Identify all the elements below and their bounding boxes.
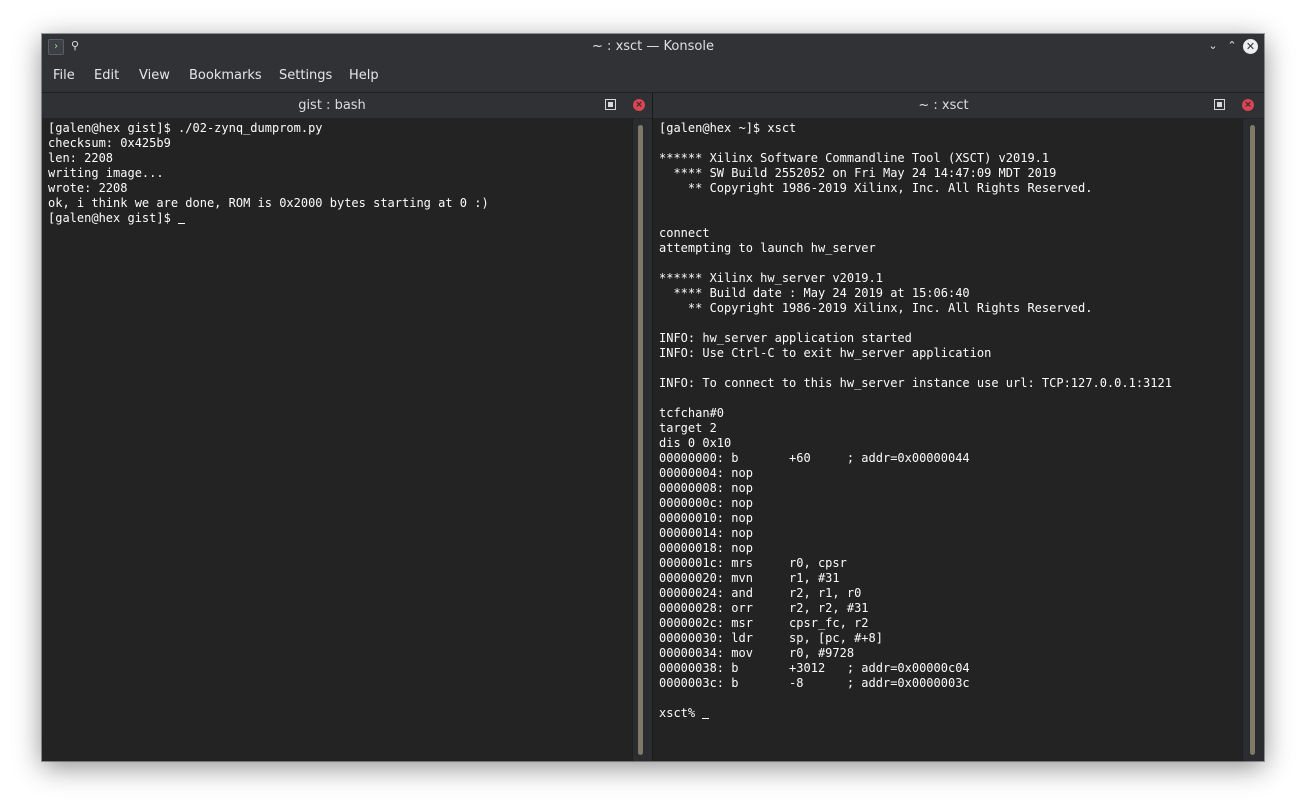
terminal-line: attempting to launch hw_server (659, 241, 876, 255)
terminal-line: len: 2208 (48, 151, 114, 165)
terminal-line: INFO: Use Ctrl-C to exit hw_server appli… (659, 346, 992, 360)
terminal-line: 00000030: ldr sp, [pc, #+8] (659, 631, 883, 645)
left-pane-close-icon[interactable]: × (633, 99, 645, 111)
terminal-line: INFO: hw_server application started (659, 331, 912, 345)
right-pane-title: ~ : xsct (918, 98, 969, 113)
right-pane-header[interactable]: ~ : xsct × (653, 93, 1264, 119)
menu-help[interactable]: Help (349, 59, 379, 92)
menu-file[interactable]: File (53, 59, 75, 92)
terminal-line: ****** Xilinx hw_server v2019.1 (659, 271, 883, 285)
terminal-line: writing image... (48, 166, 164, 180)
menu-bookmarks[interactable]: Bookmarks (189, 59, 262, 92)
window-title: ~ : xsct — Konsole (592, 39, 714, 54)
terminal-line: 0000001c: mrs r0, cpsr (659, 556, 847, 570)
terminal-line: 00000018: nop (659, 541, 753, 555)
left-terminal-output[interactable]: [galen@hex gist]$ ./02-zynq_dumprom.py ch… (42, 119, 632, 761)
terminal-line: 00000000: b +60 ; addr=0x00000044 (659, 451, 970, 465)
terminal-line: 0000002c: msr cpsr_fc, r2 (659, 616, 869, 630)
terminal-line: 00000014: nop (659, 526, 753, 540)
right-pane-close-icon[interactable]: × (1242, 99, 1254, 111)
left-pane-maximize-icon[interactable] (605, 99, 616, 110)
terminal-line: [galen@hex gist]$ ./02-zynq_dumprom.py (48, 121, 323, 135)
terminal-line: 00000004: nop (659, 466, 753, 480)
terminal-line: ** Copyright 1986-2019 Xilinx, Inc. All … (659, 181, 1093, 195)
terminal-line: xsct% (659, 706, 1242, 721)
left-scrollbar[interactable] (632, 119, 648, 761)
terminal-line: 00000020: mvn r1, #31 (659, 571, 840, 585)
terminal-line: 00000024: and r2, r1, r0 (659, 586, 862, 600)
terminal-line: 00000034: mov r0, #9728 (659, 646, 855, 660)
maximize-button[interactable]: ⌃ (1224, 38, 1240, 54)
terminal-cursor (178, 211, 186, 224)
terminal-line: tcfchan#0 (659, 406, 725, 420)
terminal-line: 00000038: b +3012 ; addr=0x00000c04 (659, 661, 970, 675)
terminal-line: 0000000c: nop (659, 496, 753, 510)
terminal-line: INFO: To connect to this hw_server insta… (659, 376, 1172, 390)
terminal-line: target 2 (659, 421, 717, 435)
menu-edit[interactable]: Edit (94, 59, 119, 92)
terminal-line: 0000003c: b -8 ; addr=0x0000003c (659, 676, 970, 690)
terminal-line: ****** Xilinx Software Commandline Tool … (659, 151, 1050, 165)
terminal-cursor (702, 706, 710, 719)
left-scrollbar-thumb[interactable] (638, 125, 643, 755)
terminal-line: 00000028: orr r2, r2, #31 (659, 601, 869, 615)
menu-view[interactable]: View (139, 59, 170, 92)
menu-bar: File Edit View Bookmarks Settings Help (42, 59, 1264, 93)
terminal-line: [galen@hex gist]$ (48, 211, 632, 226)
right-scrollbar-thumb[interactable] (1250, 125, 1255, 755)
terminal-line: [galen@hex ~]$ xsct (659, 121, 797, 135)
terminal-line: checksum: 0x425b9 (48, 136, 171, 150)
close-window-button[interactable]: ✕ (1243, 39, 1258, 54)
right-pane-maximize-icon[interactable] (1214, 99, 1225, 110)
terminal-line: connect (659, 226, 710, 240)
menu-settings[interactable]: Settings (279, 59, 332, 92)
right-terminal-output[interactable]: [galen@hex ~]$ xsct ****** Xilinx Softwar… (653, 119, 1242, 761)
left-pane-title: gist : bash (298, 98, 366, 113)
minimize-button[interactable]: ⌄ (1205, 38, 1221, 54)
terminal-line: **** Build date : May 24 2019 at 15:06:4… (659, 286, 970, 300)
terminal-line: 00000008: nop (659, 481, 753, 495)
left-pane-header[interactable]: gist : bash × (42, 93, 652, 119)
right-scrollbar[interactable] (1242, 119, 1264, 761)
terminal-line: wrote: 2208 (48, 181, 128, 195)
terminal-line: **** SW Build 2552052 on Fri May 24 14:4… (659, 166, 1057, 180)
terminal-line: ok, i think we are done, ROM is 0x2000 b… (48, 196, 489, 210)
konsole-window: › ⚲ ~ : xsct — Konsole ⌄ ⌃ ✕ File Edit V… (42, 34, 1264, 761)
terminal-line: 00000010: nop (659, 511, 753, 525)
terminal-line: dis 0 0x10 (659, 436, 732, 450)
terminal-line: ** Copyright 1986-2019 Xilinx, Inc. All … (659, 301, 1093, 315)
title-bar[interactable]: › ⚲ ~ : xsct — Konsole ⌄ ⌃ ✕ (42, 34, 1264, 59)
